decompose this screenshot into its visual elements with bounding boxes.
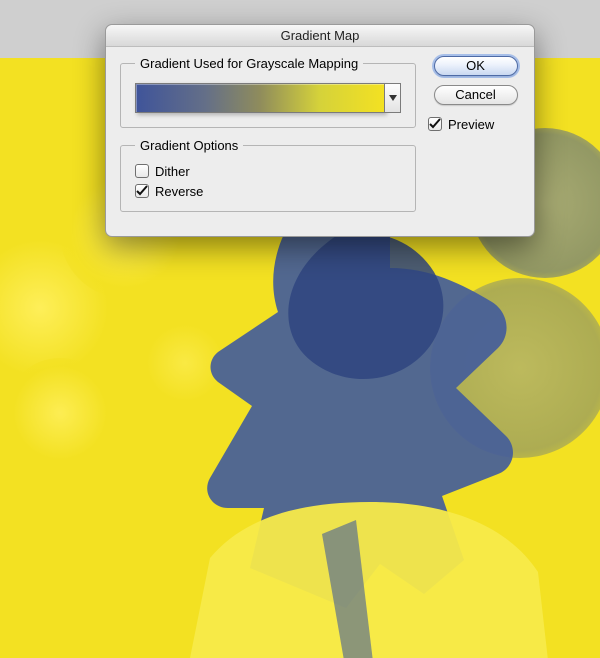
checkbox-label: Reverse (155, 184, 203, 199)
gradient-picker-dropdown[interactable] (385, 83, 401, 113)
gradient-swatch[interactable] (135, 83, 385, 113)
checkbox-label: Preview (448, 117, 494, 132)
gradient-options-group: Gradient Options Dither Reverse (120, 138, 416, 212)
preview-checkbox[interactable]: Preview (428, 114, 523, 134)
checkbox-box (428, 117, 442, 131)
group-label: Gradient Options (135, 138, 243, 153)
cancel-button[interactable]: Cancel (434, 85, 518, 105)
checkmark-icon (136, 185, 148, 197)
checkbox-label: Dither (155, 164, 190, 179)
dither-checkbox[interactable]: Dither (135, 161, 401, 181)
checkmark-icon (429, 118, 441, 130)
checkbox-box (135, 184, 149, 198)
checkbox-box (135, 164, 149, 178)
reverse-checkbox[interactable]: Reverse (135, 181, 401, 201)
dialog-title: Gradient Map (106, 25, 534, 47)
chevron-down-icon (389, 95, 397, 101)
group-label: Gradient Used for Grayscale Mapping (135, 56, 363, 71)
gradient-mapping-group: Gradient Used for Grayscale Mapping (120, 56, 416, 128)
gradient-map-dialog: Gradient Map Gradient Used for Grayscale… (105, 24, 535, 237)
ok-button[interactable]: OK (434, 56, 518, 76)
